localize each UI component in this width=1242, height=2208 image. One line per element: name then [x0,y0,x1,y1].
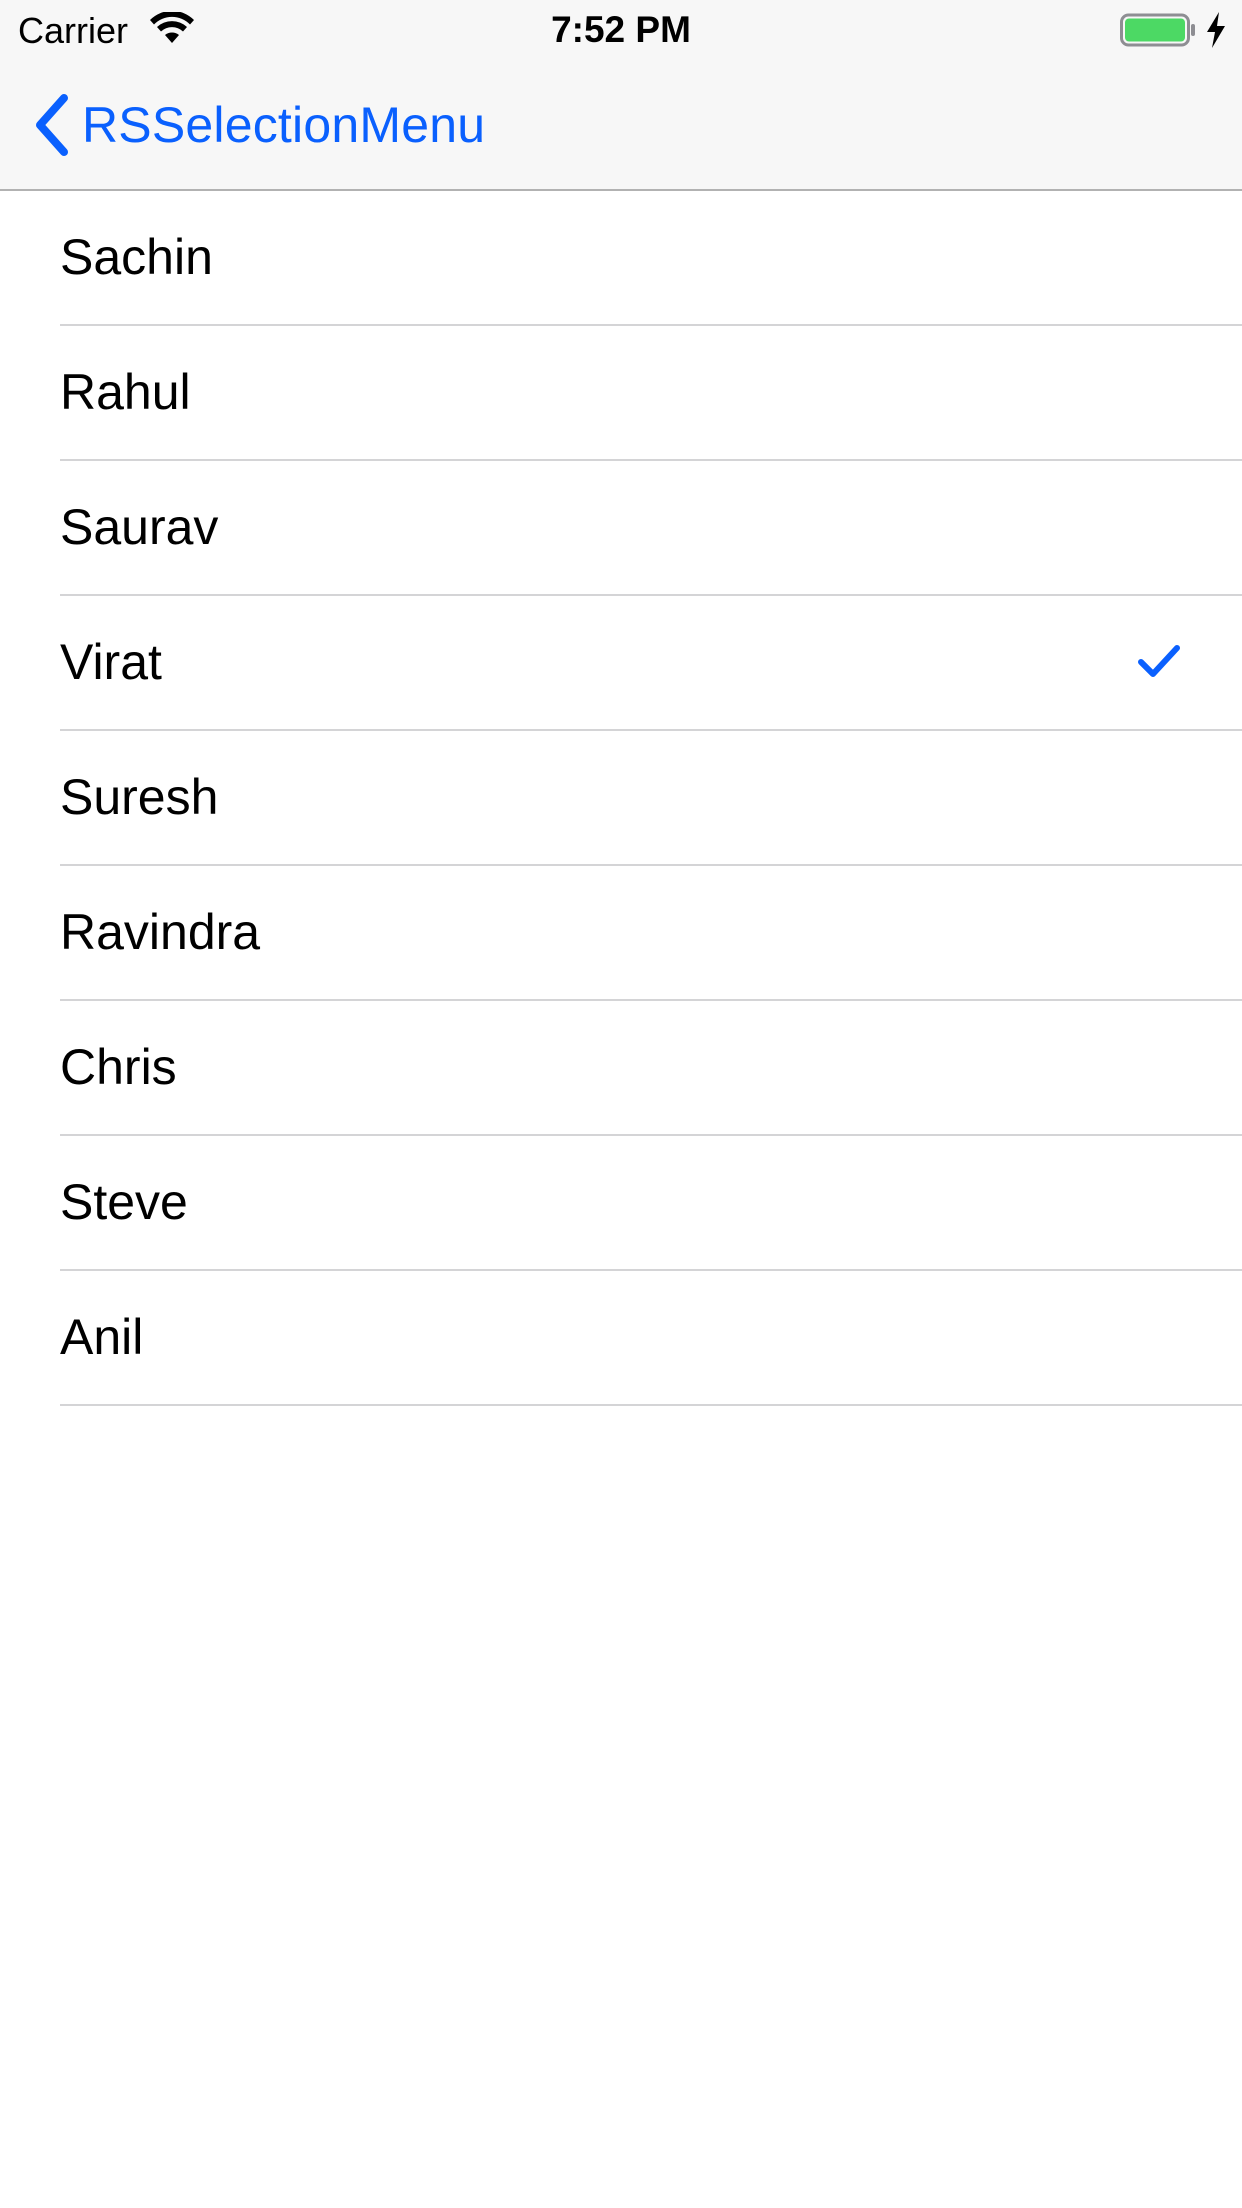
list-item[interactable]: Suresh [0,731,1242,866]
list-item[interactable]: Anil [0,1271,1242,1406]
checkmark-icon [1138,645,1180,677]
list-item[interactable]: Sachin [0,191,1242,326]
list-item-label: Suresh [60,769,219,825]
list-item[interactable]: Ravindra [0,866,1242,1001]
list-item-label: Sachin [60,229,213,285]
list-item-label: Anil [60,1309,144,1365]
list-item-label: Ravindra [60,904,261,960]
list-item-label: Steve [60,1174,188,1230]
charging-bolt-icon [1207,12,1225,48]
list-item[interactable]: Rahul [0,326,1242,461]
list-item-selected[interactable]: Virat [0,596,1242,731]
list-item[interactable]: Chris [0,1001,1242,1136]
selection-list: Sachin Rahul Saurav Virat Suresh Ravindr… [0,191,1242,1406]
back-button[interactable]: RSSelectionMenu [32,90,485,160]
navigation-bar: RSSelectionMenu [0,60,1242,191]
list-item[interactable]: Steve [0,1136,1242,1271]
status-bar: Carrier 7:52 PM [0,0,1242,60]
row-separator [60,1404,1242,1406]
list-item-label: Rahul [60,364,191,420]
chevron-left-icon [36,94,68,156]
status-time: 7:52 PM [551,9,691,50]
list-item-label: Virat [60,634,162,690]
list-item-label: Chris [60,1039,177,1095]
list-item-label: Saurav [60,499,219,555]
battery-icon [1120,13,1195,47]
back-button-label: RSSelectionMenu [82,97,486,153]
list-item[interactable]: Saurav [0,461,1242,596]
